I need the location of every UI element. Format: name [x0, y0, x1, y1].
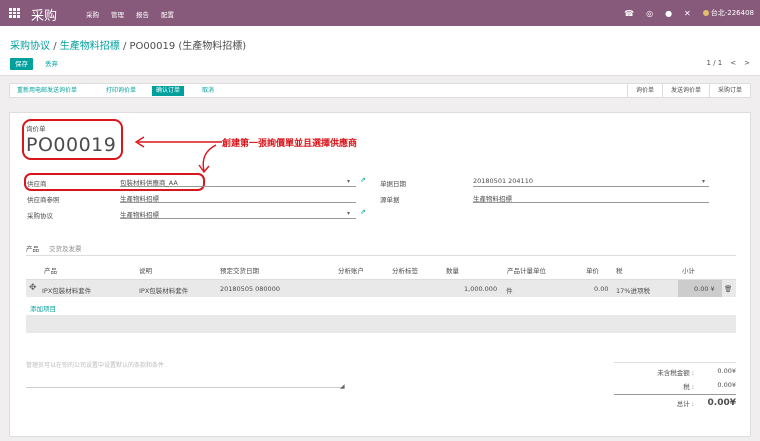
- breadcrumb-tender[interactable]: 生產物料招標: [60, 41, 120, 52]
- total-value: 0.00¥: [707, 398, 736, 408]
- table-row[interactable]: ✥ IPX包裝材料套件 IPX包裝材料套件 20180505 080000 1,…: [26, 279, 736, 297]
- pager-value[interactable]: 1 / 1: [707, 59, 723, 67]
- menu-configuration[interactable]: 配置: [161, 9, 174, 19]
- origin-label: 源单据: [380, 196, 400, 204]
- tabs-divider: [26, 255, 736, 256]
- untaxed-value: 0.00¥: [717, 367, 736, 375]
- step-rfq[interactable]: 询价单: [626, 84, 662, 97]
- print-rfq-button[interactable]: 打印询价单: [102, 86, 140, 96]
- save-button[interactable]: 保存: [10, 58, 33, 70]
- col-unit-price[interactable]: 单价: [586, 265, 599, 275]
- col-subtotal[interactable]: 小计: [682, 265, 695, 275]
- col-uom[interactable]: 产品计量单位: [507, 265, 546, 275]
- breadcrumb-agreements[interactable]: 采购协议: [10, 41, 50, 52]
- annotation-box-name: [22, 119, 123, 160]
- row-description[interactable]: IPX包裝材料套件: [139, 285, 188, 295]
- empty-row: [26, 315, 736, 333]
- notes-placeholder: 管理员可以在你的公司设置中设置默认的条款和条件.: [26, 362, 166, 369]
- total-label: 总计 :: [676, 400, 694, 408]
- vendor-ref-field[interactable]: 生產物料招標: [120, 193, 356, 203]
- debug-icon[interactable]: ✕: [684, 9, 691, 18]
- resize-handle-icon[interactable]: ◢: [340, 383, 345, 390]
- requisition-field[interactable]: 生產物料招標: [120, 209, 356, 219]
- requisition-label: 采购协议: [27, 212, 53, 220]
- tax-value: 0.00¥: [717, 381, 736, 389]
- col-analytic-account[interactable]: 分析账户: [338, 265, 364, 275]
- resend-rfq-button[interactable]: 重新用电邮发送询价单: [13, 86, 81, 96]
- top-menu: 采购 管理 报告 配置: [86, 9, 174, 19]
- menu-purchase[interactable]: 采购: [86, 9, 99, 19]
- row-product[interactable]: IPX包裝材料套件: [42, 285, 91, 295]
- user-menu[interactable]: 台北-226408: [702, 8, 754, 18]
- annotation-text: 創建第一張詢價單並且選擇供應商: [222, 139, 358, 149]
- order-date-field[interactable]: 20180501 204110: [473, 177, 709, 187]
- apps-menu-icon[interactable]: [9, 8, 20, 18]
- notes-field[interactable]: 管理员可以在你的公司设置中设置默认的条款和条件.: [26, 360, 344, 388]
- table-header: 产品 说明 预定交货日期 分析账户 分析标签 数量 产品计量单位 单价 税 小计: [26, 262, 736, 275]
- menu-control[interactable]: 管理: [111, 9, 124, 19]
- avatar: [702, 10, 709, 16]
- confirm-order-button[interactable]: 确认订单: [152, 86, 185, 96]
- requisition-dropdown-icon[interactable]: ▾: [347, 210, 350, 217]
- step-purchase-order[interactable]: 采购订单: [708, 84, 750, 97]
- order-date-dropdown-icon[interactable]: ▾: [702, 178, 705, 185]
- col-description[interactable]: 说明: [139, 265, 152, 275]
- systray: ☎ ◎ ● ✕ 台北-226408: [624, 8, 754, 18]
- row-taxes[interactable]: 17%进项税: [616, 285, 650, 295]
- totals-separator: [614, 394, 736, 395]
- col-taxes[interactable]: 税: [616, 265, 623, 275]
- trash-icon[interactable]: 🗑: [724, 285, 732, 293]
- status-bar: 重新用电邮发送询价单 打印询价单 确认订单 取消 询价单 发送询价单 采购订单: [9, 83, 751, 98]
- breadcrumb: 采购协议 / 生產物料招標 / PO00019 (生產物料招標): [10, 41, 247, 52]
- pager-prev-icon[interactable]: <: [730, 59, 736, 67]
- totals-divider: [614, 362, 736, 363]
- vendor-field[interactable]: 包裝材料供應商_AA: [120, 177, 356, 187]
- user-name: 台北-226408: [710, 9, 754, 17]
- row-unit-price[interactable]: 0.00: [594, 285, 608, 293]
- col-quantity[interactable]: 数量: [446, 265, 459, 275]
- control-panel: 采购协议 / 生產物料招標 / PO00019 (生產物料招標) 保存 丢弃 1…: [0, 26, 760, 76]
- vendor-ref-label: 供应商参照: [27, 196, 60, 204]
- discard-button[interactable]: 丢弃: [45, 58, 58, 70]
- row-uom[interactable]: 件: [506, 285, 513, 295]
- col-product[interactable]: 产品: [44, 265, 57, 275]
- activity-icon[interactable]: ◎: [646, 9, 653, 18]
- origin-field[interactable]: 生產物料招標: [473, 193, 709, 203]
- add-line-link[interactable]: 添加项目: [30, 303, 56, 313]
- untaxed-label: 未含税金额 :: [657, 369, 694, 377]
- col-analytic-tags[interactable]: 分析标签: [392, 265, 418, 275]
- pager: 1 / 1 < >: [707, 59, 750, 67]
- menu-reporting[interactable]: 报告: [136, 9, 149, 19]
- breadcrumb-current: PO00019 (生產物料招標): [129, 41, 247, 52]
- drag-handle-icon[interactable]: ✥: [29, 283, 37, 293]
- phone-icon[interactable]: ☎: [624, 9, 634, 18]
- col-date-planned[interactable]: 预定交货日期: [220, 265, 259, 275]
- annotation-arrow-curve: [198, 144, 217, 174]
- row-quantity[interactable]: 1,000.000: [464, 285, 497, 293]
- row-date[interactable]: 20180505 080000: [220, 285, 280, 293]
- order-date-label: 单据日期: [380, 180, 406, 188]
- cancel-button[interactable]: 取消: [198, 86, 218, 96]
- chat-icon[interactable]: ●: [665, 9, 672, 18]
- row-subtotal: 0.00 ¥: [694, 285, 715, 293]
- vendor-external-link-icon[interactable]: ⇗: [360, 176, 366, 184]
- status-steps: 询价单 发送询价单 采购订单: [626, 84, 750, 97]
- step-rfq-sent[interactable]: 发送询价单: [661, 84, 709, 97]
- top-navbar: 采购 采购 管理 报告 配置 ☎ ◎ ● ✕ 台北-226408: [0, 0, 760, 26]
- vendor-dropdown-icon[interactable]: ▾: [347, 178, 350, 185]
- requisition-external-link-icon[interactable]: ⇗: [360, 208, 366, 216]
- pager-next-icon[interactable]: >: [744, 59, 750, 67]
- app-title: 采购: [31, 9, 58, 24]
- tax-label: 税 :: [683, 383, 694, 391]
- vendor-label: 供应商: [27, 180, 47, 188]
- form-sheet: 询价单 PO00019 創建第一張詢價單並且選擇供應商 供应商 包裝材料供應商_…: [9, 112, 751, 437]
